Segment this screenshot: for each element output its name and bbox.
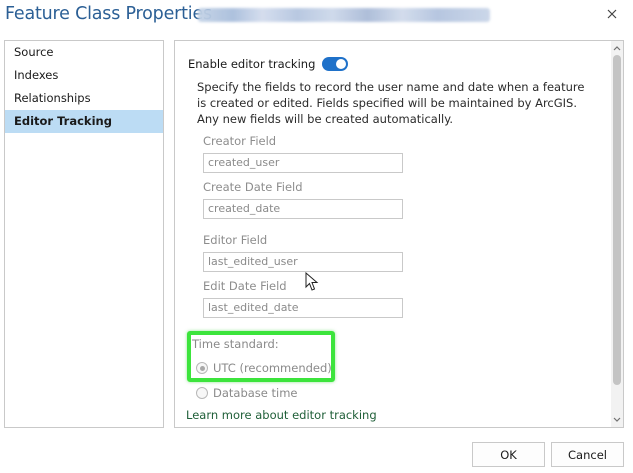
chevron-up-icon <box>613 45 621 50</box>
sidebar-item-editor-tracking[interactable]: Editor Tracking <box>5 110 163 133</box>
database-time-radio[interactable] <box>196 387 208 399</box>
time-standard-label: Time standard: <box>192 337 279 351</box>
title-bar: Feature Class Properties <box>0 0 633 32</box>
editor-field-input[interactable]: last_edited_user <box>203 252 403 272</box>
utc-radio-option[interactable]: UTC (recommended) <box>196 361 332 375</box>
editor-tracking-panel: Enable editor tracking Specify the field… <box>174 40 624 428</box>
sidebar-item-source[interactable]: Source <box>5 41 163 64</box>
close-button[interactable] <box>604 6 620 22</box>
description-text: Specify the fields to record the user na… <box>197 80 585 126</box>
ok-button[interactable]: OK <box>472 442 545 467</box>
utc-radio-label: UTC (recommended) <box>213 361 332 375</box>
scroll-down-button[interactable] <box>611 413 623 425</box>
close-icon <box>607 9 617 19</box>
window-title: Feature Class Properties <box>5 4 212 24</box>
database-time-radio-option[interactable]: Database time <box>196 386 298 400</box>
sidebar-item-indexes[interactable]: Indexes <box>5 64 163 87</box>
redacted-layer-name <box>198 8 490 22</box>
database-time-radio-label: Database time <box>213 386 298 400</box>
learn-more-link[interactable]: Learn more about editor tracking <box>186 408 377 422</box>
scrollbar-thumb[interactable] <box>613 55 621 385</box>
scroll-up-button[interactable] <box>611 42 623 54</box>
create-date-field-input[interactable]: created_date <box>203 199 403 219</box>
sidebar-nav: Source Indexes Relationships Editor Trac… <box>4 40 164 428</box>
sidebar-item-relationships[interactable]: Relationships <box>5 87 163 110</box>
toggle-knob <box>336 59 347 69</box>
creator-field-input[interactable]: created_user <box>203 153 403 173</box>
vertical-scrollbar[interactable] <box>611 41 623 427</box>
panel-content: Enable editor tracking Specify the field… <box>175 41 611 427</box>
create-date-field-label: Create Date Field <box>203 180 303 194</box>
chevron-down-icon <box>613 417 621 422</box>
editor-tracking-toggle-row: Enable editor tracking <box>188 57 349 71</box>
edit-date-field-label: Edit Date Field <box>203 279 287 293</box>
edit-date-field-input[interactable]: last_edited_date <box>203 298 403 318</box>
editor-tracking-toggle[interactable] <box>322 57 349 71</box>
cancel-button[interactable]: Cancel <box>551 442 624 467</box>
editor-field-label: Editor Field <box>203 233 268 247</box>
utc-radio[interactable] <box>196 362 208 374</box>
toggle-label: Enable editor tracking <box>188 57 316 71</box>
creator-field-label: Creator Field <box>203 134 277 148</box>
